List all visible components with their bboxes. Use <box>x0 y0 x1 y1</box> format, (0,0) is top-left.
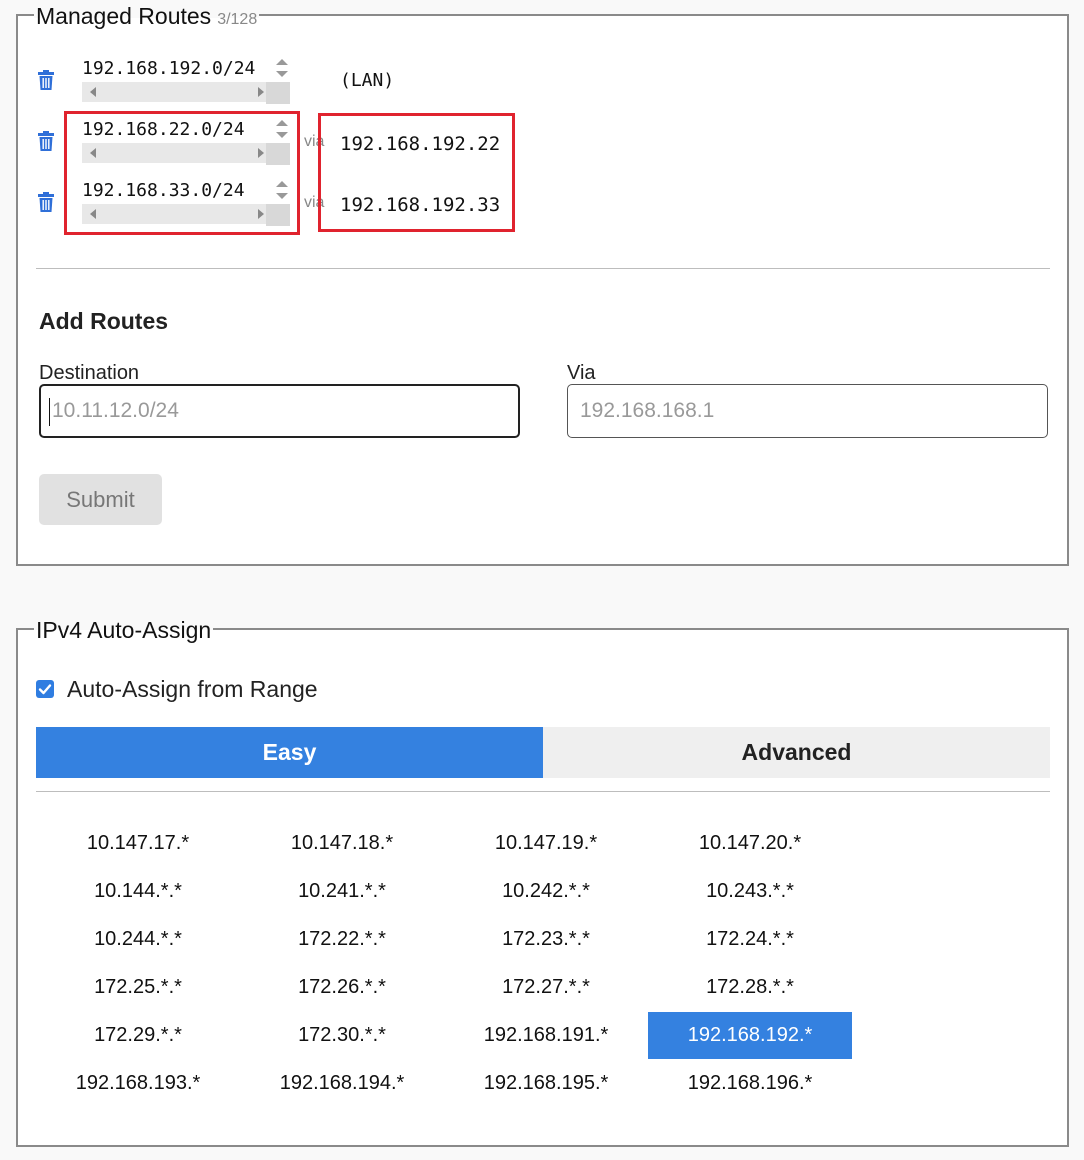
via-highlight-box <box>318 113 515 232</box>
ipv4-legend: IPv4 Auto-Assign <box>34 616 214 644</box>
range-option[interactable]: 192.168.196.* <box>648 1060 852 1107</box>
checkmark-icon <box>38 684 52 695</box>
tab-advanced[interactable]: Advanced <box>543 727 1050 778</box>
route-destination: 192.168.192.0/24 <box>82 58 256 79</box>
horizontal-scrollbar[interactable] <box>82 82 272 102</box>
range-option[interactable]: 172.24.*.* <box>648 916 852 963</box>
scroll-right-icon[interactable] <box>258 87 264 97</box>
range-option[interactable]: 192.168.193.* <box>36 1060 240 1107</box>
range-option[interactable]: 172.27.*.* <box>444 964 648 1011</box>
range-option[interactable]: 172.22.*.* <box>240 916 444 963</box>
ipv4-auto-assign-panel: IPv4 Auto-Assign Auto-Assign from Range … <box>16 616 1069 1147</box>
auto-assign-label[interactable]: Auto-Assign from Range <box>67 676 318 703</box>
range-option[interactable]: 172.28.*.* <box>648 964 852 1011</box>
range-option[interactable]: 192.168.195.* <box>444 1060 648 1107</box>
destination-placeholder: 10.11.12.0/24 <box>52 399 179 422</box>
trash-icon[interactable] <box>38 70 54 90</box>
range-option[interactable]: 172.25.*.* <box>36 964 240 1011</box>
range-option[interactable]: 192.168.194.* <box>240 1060 444 1107</box>
range-option[interactable]: 192.168.191.* <box>444 1012 648 1059</box>
trash-icon[interactable] <box>38 131 54 151</box>
range-option[interactable]: 10.144.*.* <box>36 868 240 915</box>
scrollbar-corner <box>266 82 290 104</box>
range-option[interactable]: 10.147.18.* <box>240 820 444 867</box>
divider <box>36 791 1050 792</box>
destination-scrollbox[interactable]: 192.168.192.0/24 <box>80 56 292 104</box>
divider <box>36 268 1050 269</box>
route-row: 192.168.192.0/24 (LAN) <box>18 56 618 108</box>
managed-routes-title: Managed Routes <box>36 3 212 29</box>
range-option[interactable]: 10.243.*.* <box>648 868 852 915</box>
destination-highlight-box <box>64 111 300 235</box>
via-placeholder: 192.168.168.1 <box>580 399 715 422</box>
text-caret <box>49 398 50 426</box>
trash-icon[interactable] <box>38 192 54 212</box>
range-option[interactable]: 10.147.19.* <box>444 820 648 867</box>
route-note: (LAN) <box>340 70 395 91</box>
range-option[interactable]: 172.26.*.* <box>240 964 444 1011</box>
range-option[interactable]: 172.23.*.* <box>444 916 648 963</box>
range-option[interactable]: 192.168.192.* <box>648 1012 852 1059</box>
spinner-icon[interactable] <box>272 56 292 80</box>
managed-routes-panel: Managed Routes 3/128 192.168.192.0/24 (LA… <box>16 2 1069 566</box>
destination-input[interactable]: 10.11.12.0/24 <box>39 384 520 438</box>
range-option[interactable]: 10.147.17.* <box>36 820 240 867</box>
range-option[interactable]: 172.30.*.* <box>240 1012 444 1059</box>
submit-button[interactable]: Submit <box>39 474 162 525</box>
scroll-left-icon[interactable] <box>90 87 96 97</box>
destination-label: Destination <box>39 362 140 384</box>
managed-routes-legend: Managed Routes 3/128 <box>34 2 260 34</box>
range-option[interactable]: 10.242.*.* <box>444 868 648 915</box>
range-option[interactable]: 10.147.20.* <box>648 820 852 867</box>
route-count: 3/128 <box>217 11 258 28</box>
add-routes-heading: Add Routes <box>39 308 169 334</box>
tab-easy[interactable]: Easy <box>36 727 543 778</box>
via-input[interactable]: 192.168.168.1 <box>567 384 1048 438</box>
range-option[interactable]: 172.29.*.* <box>36 1012 240 1059</box>
range-option[interactable]: 10.244.*.* <box>36 916 240 963</box>
via-field-label: Via <box>567 362 596 384</box>
auto-assign-checkbox[interactable] <box>36 680 54 698</box>
assign-mode-tabs: Easy Advanced <box>36 727 1050 778</box>
range-option[interactable]: 10.241.*.* <box>240 868 444 915</box>
